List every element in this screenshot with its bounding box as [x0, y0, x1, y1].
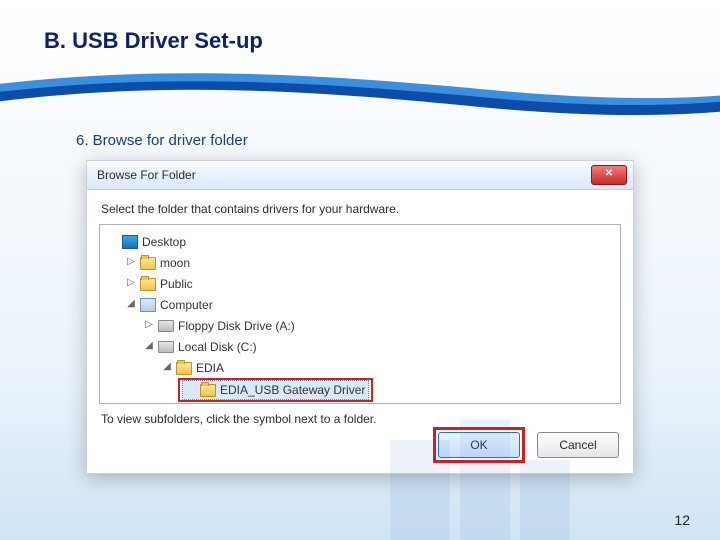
- expander-icon[interactable]: ▷: [144, 317, 154, 335]
- step-label: 6. Browse for driver folder: [76, 132, 248, 149]
- dialog-title: Browse For Folder: [97, 168, 196, 182]
- tree-label: Local Disk (C:): [178, 338, 257, 356]
- tree-label: EDIA_USB Gateway Driver: [220, 381, 365, 399]
- page-number: 12: [674, 512, 690, 528]
- tree-node-edia-usb[interactable]: EDIA_USB Gateway Driver: [182, 380, 369, 400]
- tree-label: moon: [160, 254, 190, 272]
- tree-label: Floppy Disk Drive (A:): [178, 317, 295, 335]
- expander-icon[interactable]: ◢: [144, 338, 154, 356]
- dialog-titlebar: Browse For Folder ✕: [87, 161, 633, 190]
- desktop-icon: [122, 235, 138, 249]
- tree-node-edia[interactable]: ◢ EDIA: [160, 359, 226, 377]
- drive-icon: [158, 341, 174, 353]
- computer-icon: [140, 298, 156, 312]
- background-building-graphic: [370, 400, 590, 540]
- close-button[interactable]: ✕: [591, 165, 627, 185]
- tree-label: Computer: [160, 296, 213, 314]
- folder-tree[interactable]: Desktop ▷ moon: [99, 224, 621, 404]
- tree-node-desktop[interactable]: Desktop: [106, 233, 188, 251]
- folder-icon: [200, 384, 216, 397]
- slide-title: B. USB Driver Set-up: [44, 28, 263, 54]
- tree-node-moon[interactable]: ▷ moon: [124, 254, 192, 272]
- dialog-instruction: Select the folder that contains drivers …: [101, 202, 621, 216]
- tree-label: Desktop: [142, 233, 186, 251]
- swoosh-graphic: [0, 62, 720, 122]
- tree-node-floppy[interactable]: ▷ Floppy Disk Drive (A:): [142, 317, 297, 335]
- folder-icon: [176, 362, 192, 375]
- folder-icon: [140, 278, 156, 291]
- tree-label: Public: [160, 275, 193, 293]
- tree-label: EDIA: [196, 359, 224, 377]
- expander-icon[interactable]: ◢: [162, 359, 172, 377]
- drive-icon: [158, 320, 174, 332]
- folder-icon: [140, 257, 156, 270]
- expander-icon[interactable]: ▷: [126, 254, 136, 272]
- expander-icon[interactable]: ▷: [126, 275, 136, 293]
- tree-node-computer[interactable]: ◢ Computer: [124, 296, 215, 314]
- tree-node-localdisk[interactable]: ◢ Local Disk (C:): [142, 338, 259, 356]
- highlighted-selection: EDIA_USB Gateway Driver: [178, 378, 373, 402]
- expander-icon[interactable]: ◢: [126, 296, 136, 314]
- tree-node-public[interactable]: ▷ Public: [124, 275, 195, 293]
